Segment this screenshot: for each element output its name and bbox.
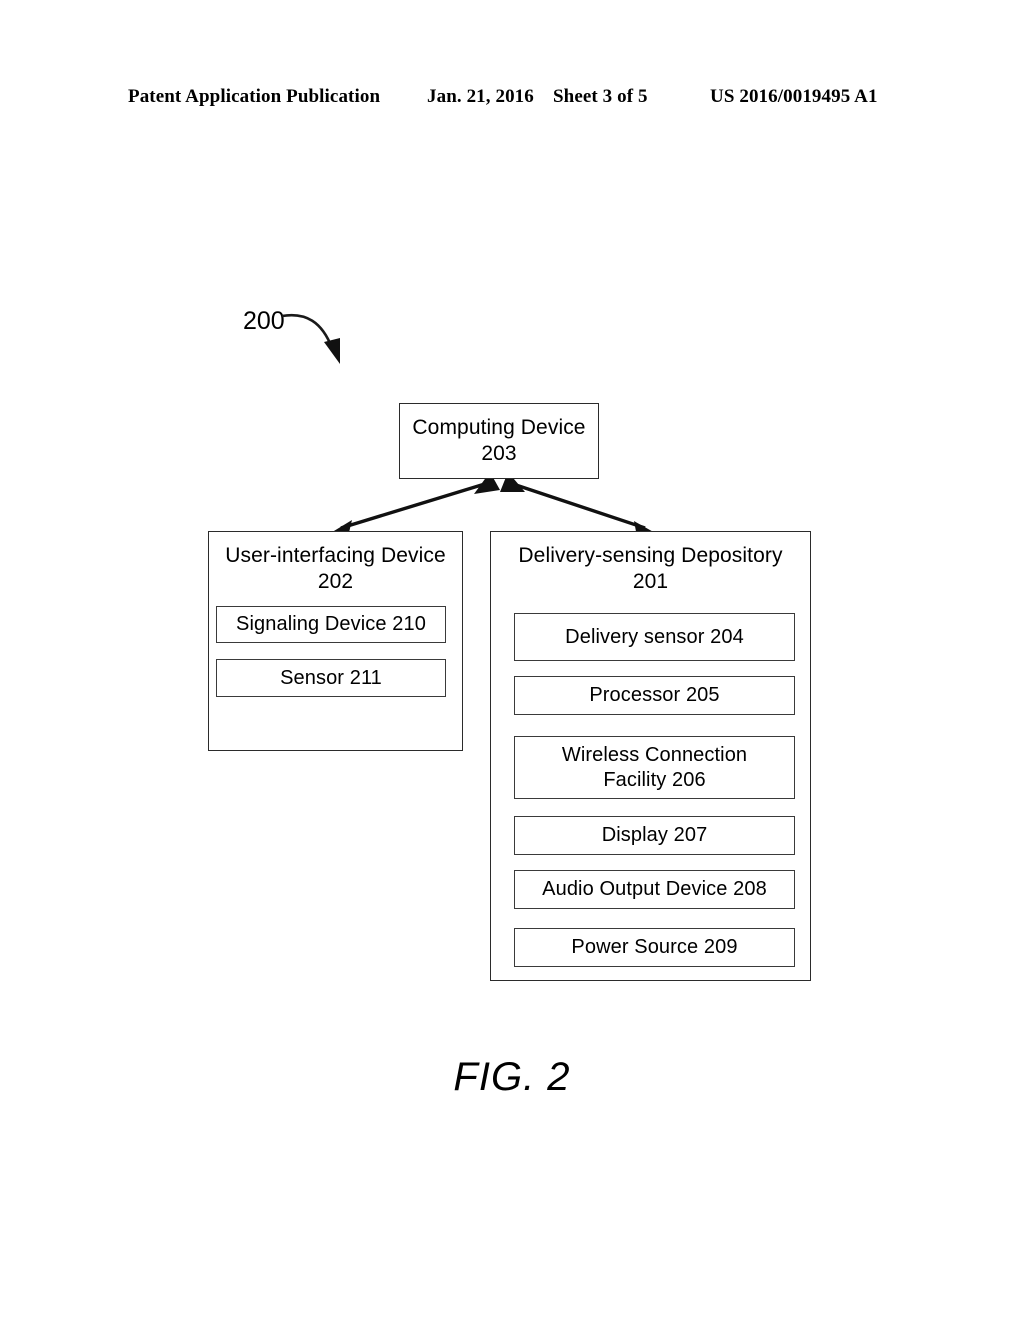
box-audio-output-device[interactable]: Audio Output Device 208 (514, 870, 795, 909)
box-sensor[interactable]: Sensor 211 (216, 659, 446, 697)
box-display-label: Display 207 (601, 824, 708, 847)
box-power-source[interactable]: Power Source 209 (514, 928, 795, 967)
box-audio-output-device-label: Audio Output Device 208 (542, 878, 767, 901)
box-processor[interactable]: Processor 205 (514, 676, 795, 715)
box-delivery-sensor[interactable]: Delivery sensor 204 (514, 613, 795, 661)
box-sensor-label: Sensor 211 (280, 666, 382, 689)
system-reference-label: 200 (243, 307, 285, 335)
lead-line-arrow-icon (281, 313, 340, 364)
box-display[interactable]: Display 207 (514, 816, 795, 855)
figure-caption: FIG. 2 (453, 1055, 571, 1099)
box-computing-device-label: Computing Device 203 (412, 415, 586, 465)
box-user-interfacing-device-label: User-interfacing Device 202 (225, 544, 446, 594)
box-signaling-device[interactable]: Signaling Device 210 (216, 606, 446, 643)
box-signaling-device-label: Signaling Device 210 (236, 613, 426, 636)
box-power-source-label: Power Source 209 (571, 936, 738, 959)
box-delivery-sensing-depository-label: Delivery-sensing Depository 201 (518, 544, 783, 594)
box-wireless-connection-facility[interactable]: Wireless Connection Facility 206 (514, 736, 795, 799)
box-wireless-connection-facility-label: Wireless Connection Facility 206 (561, 743, 748, 791)
box-processor-label: Processor 205 (589, 684, 720, 707)
box-delivery-sensor-label: Delivery sensor 204 (565, 625, 744, 648)
figure-2-diagram: 200 Computing Device 203 User-interfacin… (0, 0, 1024, 1320)
box-computing-device[interactable]: Computing Device 203 (399, 403, 599, 479)
